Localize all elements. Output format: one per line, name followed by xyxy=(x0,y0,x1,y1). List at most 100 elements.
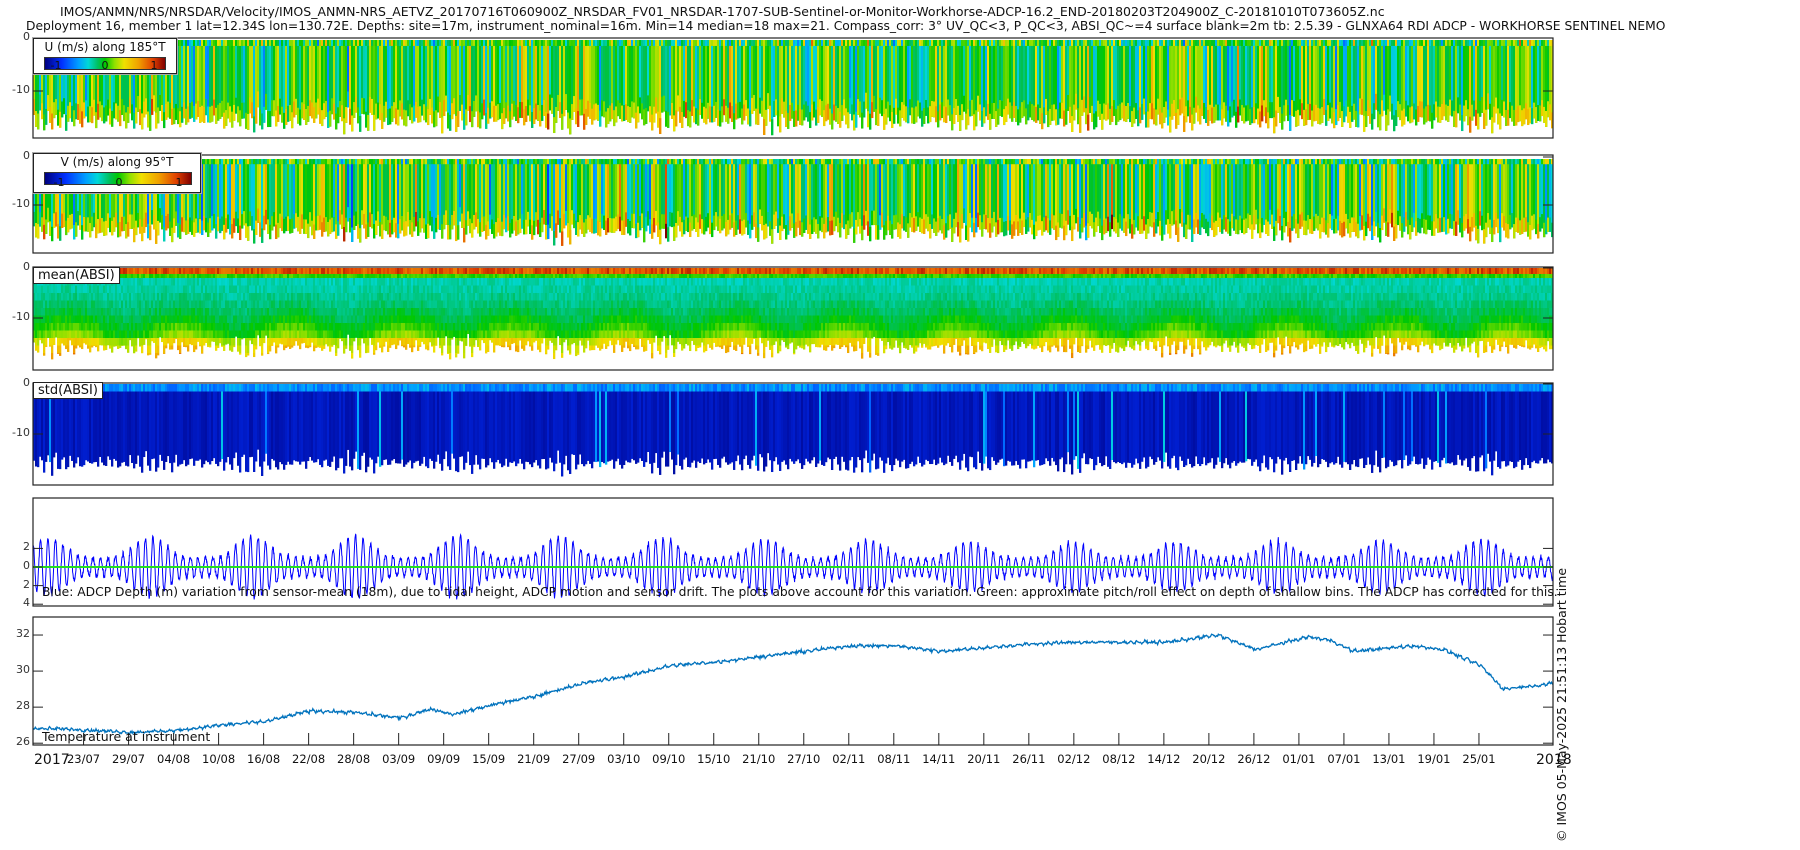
heatmap-cell xyxy=(1149,103,1152,120)
heatmap-cell xyxy=(343,226,346,242)
heatmap-cell xyxy=(513,100,516,117)
heatmap-cell xyxy=(1345,100,1348,117)
heatmap-cell xyxy=(267,219,270,234)
heatmap-cell xyxy=(1003,109,1006,126)
heatmap-cell xyxy=(1115,109,1118,126)
heatmap-cell xyxy=(63,293,66,301)
heatmap-cell xyxy=(801,109,804,126)
heatmap-cell xyxy=(1375,93,1378,110)
heatmap-cell xyxy=(71,293,74,301)
heatmap-cell xyxy=(205,99,208,116)
heatmap-cell xyxy=(47,323,50,331)
heatmap-cell xyxy=(441,117,444,134)
heatmap-cell xyxy=(1215,104,1218,121)
heatmap-cell xyxy=(77,308,80,316)
heatmap-cell xyxy=(725,105,728,122)
heatmap-cell xyxy=(843,99,846,116)
heatmap-cell xyxy=(229,106,232,123)
heatmap-cell xyxy=(823,223,826,239)
heatmap-cell xyxy=(507,105,510,122)
heatmap-cell xyxy=(1111,106,1114,122)
heatmap-cell xyxy=(1109,222,1112,237)
heatmap-cell xyxy=(41,103,44,120)
heatmap-cell xyxy=(487,107,490,124)
heatmap-cell xyxy=(1077,108,1080,125)
heatmap-cell xyxy=(1351,217,1354,232)
heatmap-cell xyxy=(271,100,274,117)
heatmap-cell xyxy=(1437,106,1440,123)
heatmap-cell xyxy=(993,211,996,227)
heatmap-cell xyxy=(131,214,134,229)
heatmap-cell xyxy=(1055,225,1058,241)
heatmap-cell xyxy=(1341,111,1344,127)
heatmap-cell xyxy=(93,315,96,323)
heatmap-cell xyxy=(247,113,250,130)
heatmap-cell xyxy=(379,222,382,237)
heatmap-cell xyxy=(457,111,460,127)
heatmap-cell xyxy=(849,97,852,114)
heatmap-cell xyxy=(895,214,898,230)
heatmap-cell xyxy=(97,219,100,234)
heatmap-cell xyxy=(39,330,42,338)
heatmap-cell xyxy=(1531,215,1534,231)
heatmap-cell xyxy=(1161,226,1164,241)
heatmap-cell xyxy=(55,99,58,115)
heatmap-cell xyxy=(1313,216,1316,231)
heatmap-cell xyxy=(719,110,722,127)
heatmap-cell xyxy=(795,110,798,127)
heatmap-cell xyxy=(55,315,58,323)
heatmap-cell xyxy=(77,104,80,120)
heatmap-cell xyxy=(1223,215,1226,230)
heatmap-cell xyxy=(345,107,348,123)
heatmap-cell xyxy=(47,207,50,223)
heatmap-cell xyxy=(1327,105,1330,122)
heatmap-cell xyxy=(1491,117,1494,134)
heatmap-cell xyxy=(647,211,650,226)
heatmap-cell xyxy=(781,98,784,115)
heatmap-cell xyxy=(71,323,74,331)
heatmap-cell xyxy=(995,222,998,237)
heatmap-cell xyxy=(311,102,314,119)
heatmap-cell xyxy=(225,110,228,126)
heatmap-cell xyxy=(73,353,76,355)
heatmap-cell xyxy=(1223,102,1226,119)
heatmap-cell xyxy=(1243,107,1246,124)
heatmap-cell xyxy=(1453,110,1456,127)
heatmap-cell xyxy=(785,225,788,240)
heatmap-cell xyxy=(347,91,350,108)
heatmap-cell xyxy=(1503,216,1506,231)
heatmap-cell xyxy=(101,338,104,346)
heatmap-cell xyxy=(1507,109,1510,126)
heatmap-cell xyxy=(45,300,48,308)
heatmap-cell xyxy=(1225,217,1228,232)
heatmap-cell xyxy=(81,300,84,308)
heatmap-cell xyxy=(1081,99,1084,116)
heatmap-cell xyxy=(723,99,726,116)
heatmap-cell xyxy=(515,105,518,121)
heatmap-cell xyxy=(171,227,174,243)
heatmap-cell xyxy=(603,101,606,118)
heatmap-cell xyxy=(51,300,54,308)
heatmap-cell xyxy=(401,103,404,120)
heatmap-cell xyxy=(107,99,110,116)
heatmap-cell xyxy=(901,214,904,229)
heatmap-cell xyxy=(1329,214,1332,229)
heatmap-cell xyxy=(551,216,554,231)
heatmap-cell xyxy=(1307,215,1310,230)
heatmap-cell xyxy=(775,99,778,116)
heatmap-cell xyxy=(59,323,62,331)
heatmap-cell xyxy=(1433,221,1436,236)
heatmap-cell xyxy=(275,110,278,127)
heatmap-cell xyxy=(1147,218,1150,234)
heatmap-cell xyxy=(41,300,44,308)
heatmap-cell xyxy=(1383,208,1386,223)
heatmap-cell xyxy=(1401,223,1404,238)
heatmap-cell xyxy=(1325,109,1328,126)
heatmap-cell xyxy=(753,95,756,111)
heatmap-cell xyxy=(537,219,540,235)
heatmap-cell xyxy=(1025,108,1028,125)
heatmap-cell xyxy=(1299,214,1302,229)
heatmap-cell xyxy=(83,300,86,308)
heatmap-cell xyxy=(45,315,48,323)
heatmap-cell xyxy=(1233,216,1236,231)
